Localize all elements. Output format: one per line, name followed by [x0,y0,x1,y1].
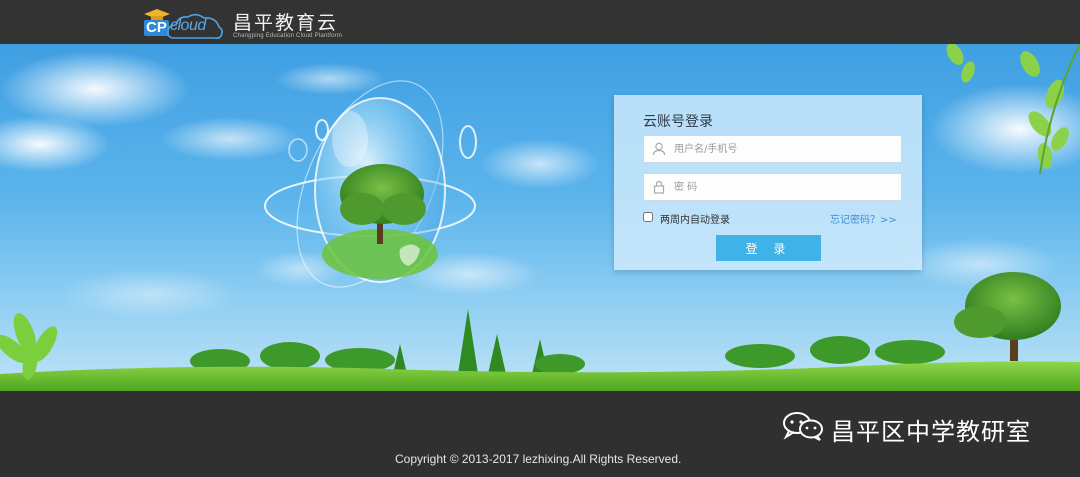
forgot-password-link[interactable]: 忘记密码？>> [830,211,897,226]
copyright-text: Copyright © 2013-2017 lezhixing.All Righ… [395,452,682,466]
logo-cloud-text: cloud [170,17,206,34]
hero-banner: 云账号登录 两周内自动登录 忘记密码？>> 登 录 [0,44,1080,391]
wechat-icon [783,412,823,441]
watermark-text: 昌平区中学教研室 [831,418,1031,446]
login-button[interactable]: 登 录 [716,235,821,261]
site-subtitle: Changping Education Cloud Plantform [233,33,343,39]
remember-label: 两周内自动登录 [660,215,730,226]
username-input[interactable] [674,136,894,162]
password-field[interactable] [643,173,902,201]
site-title: 昌平教育云 [233,12,339,34]
username-field[interactable] [643,135,902,163]
user-icon [652,142,666,156]
lock-icon [653,180,665,194]
footer: 昌平区中学教研室 Copyright © 2013-2017 lezhixing… [0,391,1080,477]
password-input[interactable] [674,174,894,200]
login-panel: 云账号登录 两周内自动登录 忘记密码？>> 登 录 [614,95,922,270]
login-title: 云账号登录 [643,114,713,130]
remember-checkbox[interactable] [643,212,653,222]
top-header: CP cloud 昌平教育云 Changping Education Cloud… [0,0,1080,44]
